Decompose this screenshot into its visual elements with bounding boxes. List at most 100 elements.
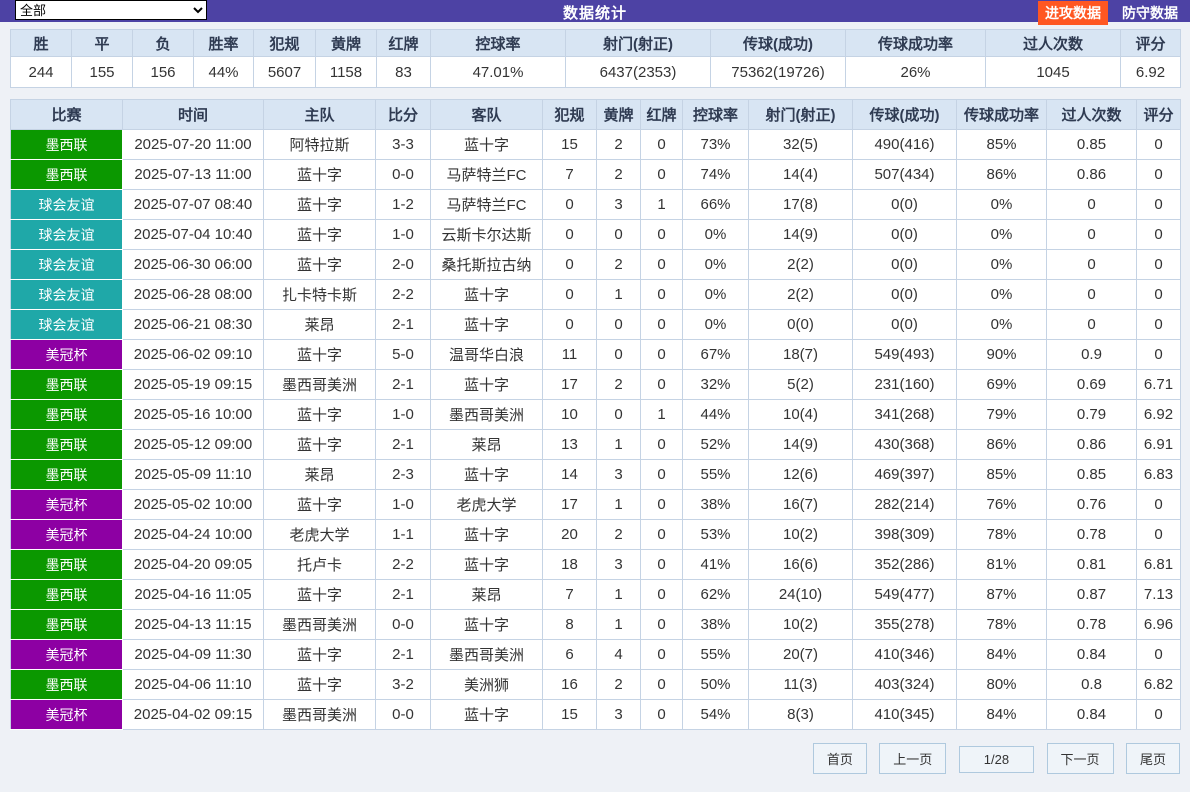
match-pass-rate: 0% [956,249,1047,280]
match-time: 2025-05-19 09:15 [122,369,264,400]
match-dribbles: 0.87 [1046,579,1137,610]
match-score: 1-0 [375,219,431,250]
last-page-button[interactable]: 尾页 [1125,743,1180,774]
match-time: 2025-05-09 11:10 [122,459,264,490]
match-pass-rate: 86% [956,429,1047,460]
match-yellow-cards: 2 [596,249,641,280]
match-row: 墨西联 2025-04-16 11:05 蓝十字 2-1 莱昂 7 1 0 62% 24(10) 5… [10,579,1181,610]
match-fouls: 15 [542,699,597,730]
match-home-team: 莱昂 [263,459,376,490]
summary-header-row: 胜平负胜率 犯规 黄牌 红牌 控球率 射门(射正) 传球(成功) 传球成功率 过人次数 评分 [10,29,1181,57]
match-red-cards: 0 [640,579,683,610]
match-yellow-cards: 3 [596,189,641,220]
match-fouls: 11 [542,339,597,370]
match-passes: 398(309) [852,519,957,550]
match-score: 1-0 [375,489,431,520]
match-fouls: 14 [542,459,597,490]
match-pass-rate: 84% [956,699,1047,730]
match-shots: 32(5) [748,129,853,160]
match-league-badge: 球会友谊 [10,219,123,250]
match-league-badge: 美冠杯 [10,699,123,730]
match-possession: 55% [682,459,749,490]
match-home-team: 莱昂 [263,309,376,340]
match-home-team: 蓝十字 [263,219,376,250]
match-row: 墨西联 2025-05-19 09:15 墨西哥美洲 2-1 蓝十字 17 2 0 32% 5(2… [10,369,1181,400]
match-league-badge: 球会友谊 [10,279,123,310]
page-indicator[interactable]: 1/28 [958,746,1035,773]
match-league-badge: 球会友谊 [10,309,123,340]
match-time: 2025-07-20 11:00 [122,129,264,160]
defense-data-button[interactable]: 防守数据 [1118,1,1182,25]
match-time: 2025-04-09 11:30 [122,639,264,670]
match-league-badge: 墨西联 [10,669,123,700]
summary-header-cell: 负 [132,29,194,57]
match-possession: 0% [682,249,749,280]
match-time: 2025-06-28 08:00 [122,279,264,310]
match-score: 3-3 [375,129,431,160]
match-rating: 0 [1136,279,1181,310]
match-score: 2-2 [375,279,431,310]
match-away-team: 蓝十字 [430,369,543,400]
match-yellow-cards: 1 [596,279,641,310]
summary-value-cell: 47.01% [430,56,566,88]
match-passes: 0(0) [852,309,957,340]
attack-data-button[interactable]: 进攻数据 [1038,1,1108,25]
match-possession: 67% [682,339,749,370]
match-time: 2025-06-02 09:10 [122,339,264,370]
match-pass-rate: 86% [956,159,1047,190]
match-row: 美冠杯 2025-04-09 11:30 蓝十字 2-1 墨西哥美洲 6 4 0 55% 20(7… [10,639,1181,670]
match-dribbles: 0.79 [1046,399,1137,430]
match-score: 2-1 [375,639,431,670]
match-score: 0-0 [375,609,431,640]
match-fouls: 0 [542,219,597,250]
next-page-button[interactable]: 下一页 [1046,743,1114,774]
match-header-cell: 比分 [375,99,431,130]
match-row: 墨西联 2025-04-13 11:15 墨西哥美洲 0-0 蓝十字 8 1 0 38% 10(2… [10,609,1181,640]
match-rating: 0 [1136,219,1181,250]
match-possession: 55% [682,639,749,670]
match-score: 1-0 [375,399,431,430]
match-dribbles: 0.9 [1046,339,1137,370]
match-score: 2-3 [375,459,431,490]
match-away-team: 老虎大学 [430,489,543,520]
match-away-team: 马萨特兰FC [430,189,543,220]
match-yellow-cards: 3 [596,549,641,580]
match-fouls: 0 [542,279,597,310]
match-score: 2-1 [375,429,431,460]
match-red-cards: 0 [640,669,683,700]
match-fouls: 0 [542,309,597,340]
match-home-team: 蓝十字 [263,399,376,430]
match-home-team: 蓝十字 [263,489,376,520]
match-time: 2025-07-07 08:40 [122,189,264,220]
match-league-badge: 美冠杯 [10,639,123,670]
match-home-team: 墨西哥美洲 [263,699,376,730]
match-home-team: 墨西哥美洲 [263,369,376,400]
summary-stats-table: 胜平负胜率 犯规 黄牌 红牌 控球率 射门(射正) 传球(成功) 传球成功率 过人次数 评分 24… [10,29,1181,88]
match-possession: 38% [682,489,749,520]
match-away-team: 墨西哥美洲 [430,639,543,670]
match-shots: 2(2) [748,279,853,310]
match-home-team: 阿特拉斯 [263,129,376,160]
match-fouls: 0 [542,189,597,220]
match-home-team: 蓝十字 [263,159,376,190]
match-possession: 0% [682,309,749,340]
match-header-cell: 传球成功率 [956,99,1047,130]
prev-page-button[interactable]: 上一页 [879,743,947,774]
match-league-badge: 美冠杯 [10,489,123,520]
summary-value-cell: 75362(19726) [710,56,846,88]
match-shots: 20(7) [748,639,853,670]
match-red-cards: 0 [640,129,683,160]
match-passes: 469(397) [852,459,957,490]
match-rating: 6.83 [1136,459,1181,490]
match-red-cards: 0 [640,519,683,550]
first-page-button[interactable]: 首页 [812,743,867,774]
match-passes: 430(368) [852,429,957,460]
match-away-team: 蓝十字 [430,549,543,580]
match-rating: 0 [1136,249,1181,280]
match-possession: 50% [682,669,749,700]
match-league-badge: 球会友谊 [10,189,123,220]
match-rating: 0 [1136,189,1181,220]
match-score: 2-1 [375,309,431,340]
match-score: 1-2 [375,189,431,220]
match-time: 2025-05-02 10:00 [122,489,264,520]
